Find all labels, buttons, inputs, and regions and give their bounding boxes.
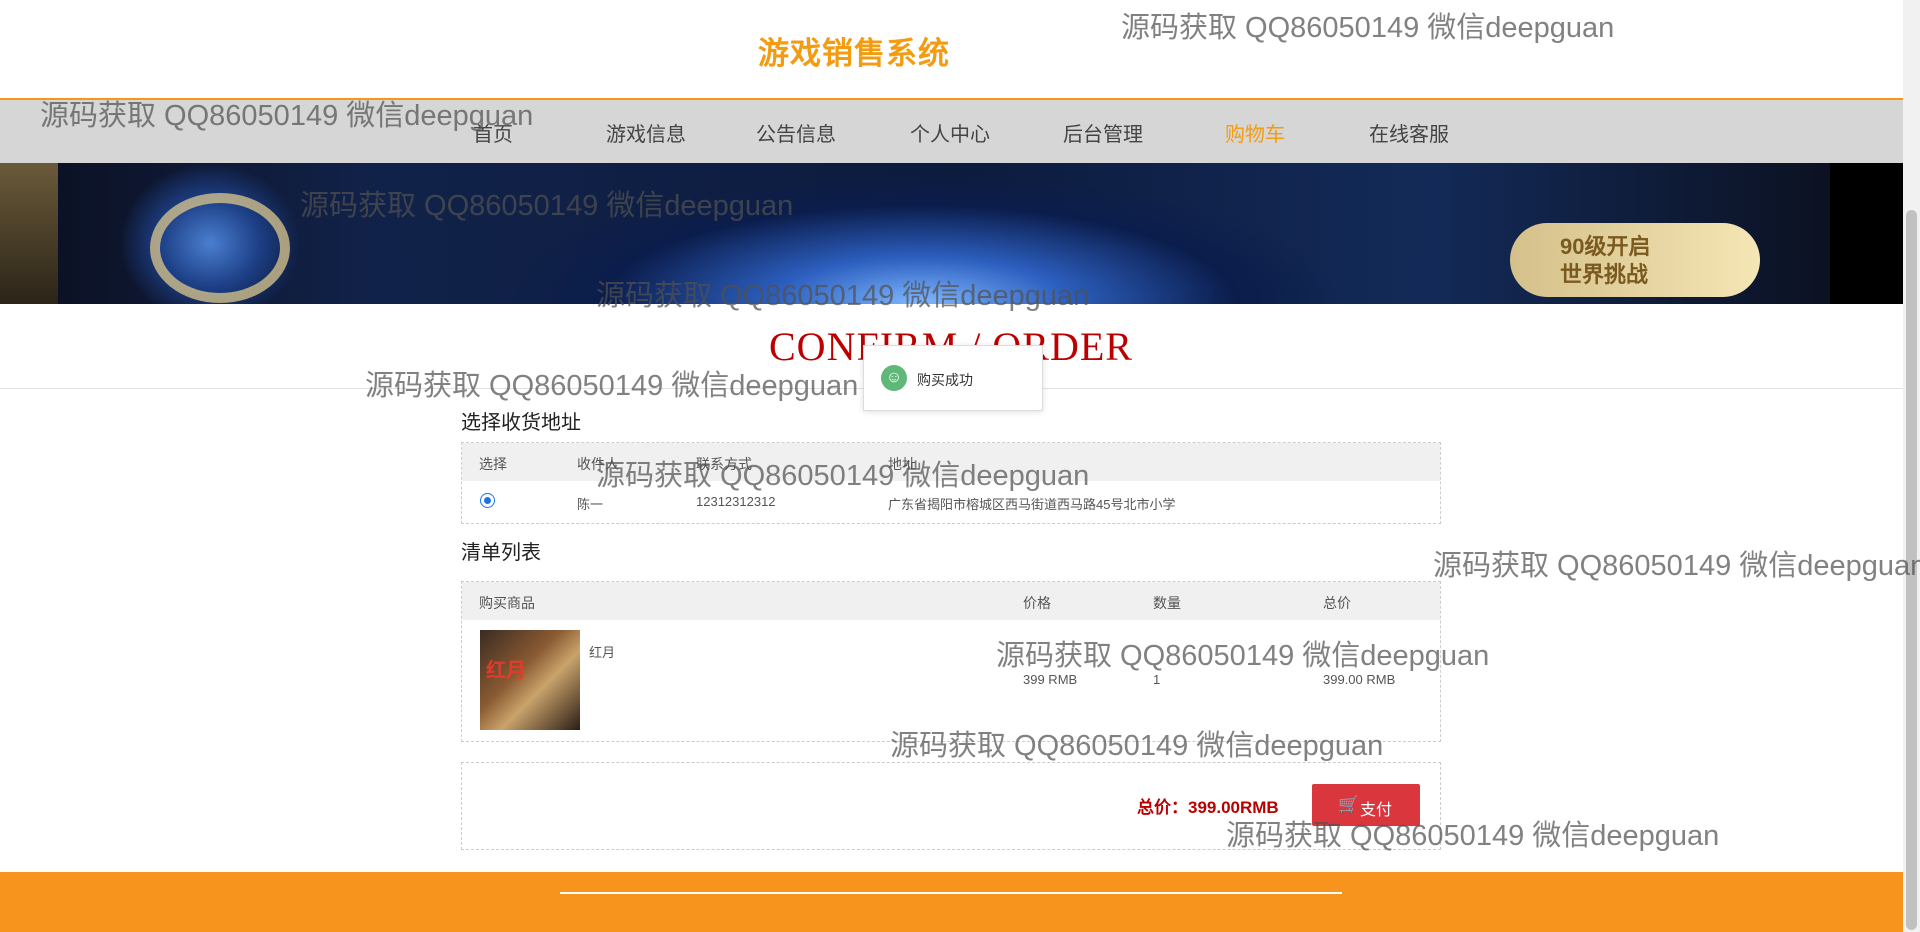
banner-ring-emblem xyxy=(150,193,290,303)
col-price: 价格 xyxy=(1023,595,1051,611)
col-select: 选择 xyxy=(479,456,507,472)
banner-badge-line1: 90级开启 xyxy=(1560,234,1651,259)
nav-item-cart[interactable]: 购物车 xyxy=(1225,118,1285,147)
banner-right-edge xyxy=(1830,163,1903,304)
hero-banner: 90级开启 世界挑战 xyxy=(0,163,1903,304)
footer-divider xyxy=(560,892,1342,894)
nav-item-game-info[interactable]: 游戏信息 xyxy=(606,118,686,147)
product-price: 399 RMB xyxy=(1023,672,1078,687)
site-footer xyxy=(0,872,1903,932)
address-table: 选择 收件人 联系方式 地址 陈一 12312312312 广东省揭阳市榕城区西… xyxy=(461,442,1441,524)
pay-button[interactable]: 🛒 支付 xyxy=(1312,784,1420,826)
recipient-name: 陈一 xyxy=(577,497,604,512)
site-title: 游戏销售系统 xyxy=(758,36,950,71)
col-product: 购买商品 xyxy=(479,595,535,611)
product-thumbnail-art: 红月 xyxy=(486,660,526,682)
order-total: 总价：399.00RMB xyxy=(1137,798,1279,817)
toast-message: 购买成功 xyxy=(917,372,973,388)
success-toast: ☺ 购买成功 xyxy=(863,345,1043,411)
col-phone: 联系方式 xyxy=(696,456,752,472)
items-table-header: 购买商品 价格 数量 总价 xyxy=(462,582,1440,620)
nav-item-profile[interactable]: 个人中心 xyxy=(910,118,990,147)
product-thumbnail[interactable]: 红月 xyxy=(480,630,580,730)
col-total: 总价 xyxy=(1323,595,1351,611)
nav-item-home[interactable]: 首页 xyxy=(473,118,513,147)
product-total: 399.00 RMB xyxy=(1323,672,1396,687)
items-section-title: 清单列表 xyxy=(461,542,541,564)
address-table-header: 选择 收件人 联系方式 地址 xyxy=(462,443,1440,481)
main-nav: 首页 游戏信息 公告信息 个人中心 后台管理 购物车 在线客服 xyxy=(0,100,1903,163)
product-quantity: 1 xyxy=(1153,672,1161,687)
banner-badge-line2: 世界挑战 xyxy=(1560,262,1649,287)
watermark: 源码获取 QQ86050149 微信deepguan xyxy=(1433,550,1920,582)
nav-item-announcements[interactable]: 公告信息 xyxy=(756,118,836,147)
product-name[interactable]: 红月 xyxy=(589,642,615,661)
items-table: 购买商品 价格 数量 总价 红月 红月 399 RMB 1 399.00 RMB xyxy=(461,581,1441,742)
address-radio[interactable] xyxy=(480,493,495,508)
scrollbar-thumb[interactable] xyxy=(1906,210,1917,930)
nav-item-admin[interactable]: 后台管理 xyxy=(1063,118,1143,147)
pay-button-label: 支付 xyxy=(1360,802,1393,819)
col-recipient: 收件人 xyxy=(577,456,619,472)
banner-badge-text: 90级开启 世界挑战 xyxy=(1560,233,1650,289)
banner-left-strip xyxy=(0,163,58,304)
recipient-phone: 12312312312 xyxy=(696,494,776,509)
address-section-title: 选择收货地址 xyxy=(461,412,581,434)
col-address: 地址 xyxy=(888,456,916,472)
success-smile-icon: ☺ xyxy=(881,365,907,391)
page-scrollbar[interactable] xyxy=(1903,0,1920,932)
checkout-box xyxy=(461,762,1441,850)
recipient-address: 广东省揭阳市榕城区西马街道西马路45号北市小学 xyxy=(888,497,1176,512)
cart-icon: 🛒 xyxy=(1338,795,1360,814)
site-header: 游戏销售系统 xyxy=(0,0,1903,100)
col-quantity: 数量 xyxy=(1153,595,1181,611)
nav-item-customer-service[interactable]: 在线客服 xyxy=(1369,118,1449,147)
